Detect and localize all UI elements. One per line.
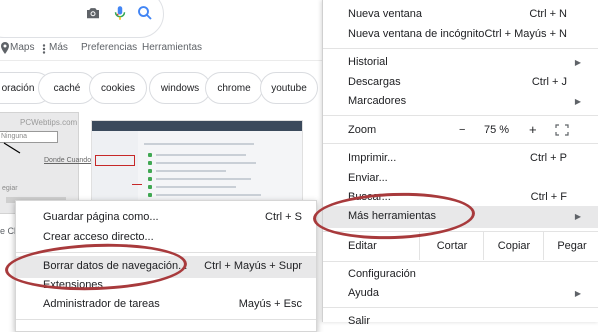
menu-item-new-window[interactable]: Nueva ventana Ctrl + N xyxy=(323,5,598,25)
thumbnail-header-bar xyxy=(92,121,302,131)
more-tools-submenu: Guardar página como... Ctrl + S Crear ac… xyxy=(15,200,317,332)
submenu-arrow-icon: ▶ xyxy=(574,212,581,221)
menu-item-label: Crear acceso directo... xyxy=(43,231,154,243)
menu-item-label: Enviar... xyxy=(348,172,388,184)
menu-item-help[interactable]: Ayuda ▶ xyxy=(323,284,598,304)
menu-item-save-page[interactable]: Guardar página como... Ctrl + S xyxy=(16,207,316,229)
thumbnail-link-text: Donde Cuando xyxy=(44,157,92,164)
menu-item-label: Editar xyxy=(348,240,377,252)
thumbnail-site-text: PCWebtips.com xyxy=(20,118,78,127)
image-result-thumbnail[interactable]: PCWebtips.com Ninguna Donde Cuando egiar xyxy=(0,112,91,214)
menu-item-label: Borrar datos de navegación... xyxy=(43,260,188,272)
menu-separator xyxy=(323,261,598,262)
menu-item-history[interactable]: Historial ▶ xyxy=(323,53,598,73)
chip-chrome[interactable]: chrome xyxy=(205,72,263,104)
zoom-in-button[interactable]: + xyxy=(529,122,537,137)
menu-item-edit: Editar Cortar Copiar Pegar xyxy=(323,232,598,260)
cursor-arrow-icon xyxy=(3,142,21,154)
camera-icon[interactable] xyxy=(84,4,102,22)
microphone-icon[interactable] xyxy=(111,4,129,22)
menu-separator xyxy=(16,319,316,320)
menu-item-incognito[interactable]: Nueva ventana de incógnito Ctrl + Mayús … xyxy=(323,25,598,45)
menu-item-label: Historial xyxy=(348,56,388,68)
tabs-divider xyxy=(0,60,322,61)
menu-item-label: Imprimir... xyxy=(348,152,397,164)
copy-button[interactable]: Copiar xyxy=(483,232,544,260)
submenu-arrow-icon: ▶ xyxy=(574,58,581,67)
tab-more[interactable]: Más xyxy=(49,42,68,53)
menu-item-label: Nueva ventana de incógnito xyxy=(348,28,485,40)
menu-item-send[interactable]: Enviar... xyxy=(323,169,598,189)
map-pin-icon xyxy=(1,42,9,54)
menu-item-shortcut: Ctrl + J xyxy=(531,76,567,88)
menu-item-find[interactable]: Buscar... Ctrl + F xyxy=(323,188,598,208)
menu-item-label: Guardar página como... xyxy=(43,211,159,223)
menu-item-label: Administrador de tareas xyxy=(43,298,160,310)
menu-item-shortcut: Ctrl + Mayús + Supr xyxy=(204,260,302,272)
search-icon[interactable] xyxy=(136,4,154,22)
chip-cookies[interactable]: cookies xyxy=(89,72,147,104)
menu-item-settings[interactable]: Configuración xyxy=(323,265,598,285)
thumbnail-highlight-box xyxy=(95,155,135,166)
paste-button[interactable]: Pegar xyxy=(543,232,598,260)
menu-item-label: Más herramientas xyxy=(348,210,437,222)
menu-item-shortcut: Ctrl + S xyxy=(265,211,302,223)
menu-item-create-shortcut[interactable]: Crear acceso directo... xyxy=(16,227,316,249)
menu-separator xyxy=(323,143,598,144)
zoom-level: 75 % xyxy=(484,124,510,136)
menu-item-label: Descargas xyxy=(348,76,401,88)
menu-item-label: Configuración xyxy=(348,268,416,280)
search-box[interactable] xyxy=(0,0,164,38)
tab-maps[interactable]: Maps xyxy=(10,42,34,53)
menu-item-label: Salir xyxy=(348,315,371,327)
menu-item-shortcut: Ctrl + P xyxy=(530,152,567,164)
chrome-main-menu: Nueva ventana Ctrl + N Nueva ventana de … xyxy=(322,0,598,327)
menu-separator xyxy=(323,48,598,49)
menu-item-downloads[interactable]: Descargas Ctrl + J xyxy=(323,73,598,93)
menu-item-zoom: Zoom − 75 % + xyxy=(323,121,598,141)
submenu-arrow-icon: ▶ xyxy=(574,97,581,106)
submenu-arrow-icon: ▶ xyxy=(574,289,581,298)
tab-tools[interactable]: Herramientas xyxy=(142,42,202,53)
chip-cache[interactable]: caché xyxy=(38,72,96,104)
tab-preferences[interactable]: Preferencias xyxy=(81,42,137,53)
menu-item-task-manager[interactable]: Administrador de tareas Mayús + Esc xyxy=(16,294,316,316)
menu-item-print[interactable]: Imprimir... Ctrl + P xyxy=(323,149,598,169)
thumbnail-select-text: Ninguna xyxy=(1,133,28,140)
menu-item-label: Extensiones xyxy=(43,279,103,291)
zoom-out-button[interactable]: − xyxy=(459,124,465,136)
menu-item-shortcut: Ctrl + Mayús + N xyxy=(484,28,567,40)
menu-item-label: Ayuda xyxy=(348,287,379,299)
cut-button[interactable]: Cortar xyxy=(419,232,484,260)
menu-separator xyxy=(323,307,598,308)
menu-separator xyxy=(16,252,316,253)
fullscreen-icon[interactable] xyxy=(555,124,569,136)
menu-item-bookmarks[interactable]: Marcadores ▶ xyxy=(323,92,598,112)
menu-item-exit[interactable]: Salir xyxy=(323,312,598,332)
menu-item-shortcut: Ctrl + N xyxy=(529,8,567,20)
menu-item-shortcut: Ctrl + F xyxy=(530,191,567,203)
menu-separator xyxy=(323,115,598,116)
chip-windows[interactable]: windows xyxy=(149,72,211,104)
menu-item-label: Zoom xyxy=(348,124,377,136)
menu-item-label: Marcadores xyxy=(348,95,407,107)
menu-item-label: Buscar... xyxy=(348,191,391,203)
menu-item-shortcut: Mayús + Esc xyxy=(238,298,302,310)
chip-youtube[interactable]: youtube xyxy=(260,72,318,104)
menu-item-label: Nueva ventana xyxy=(348,8,422,20)
more-dots-icon xyxy=(42,44,46,54)
menu-item-more-tools[interactable]: Más herramientas ▶ xyxy=(323,206,598,228)
thumbnail-side-text: egiar xyxy=(2,185,18,192)
